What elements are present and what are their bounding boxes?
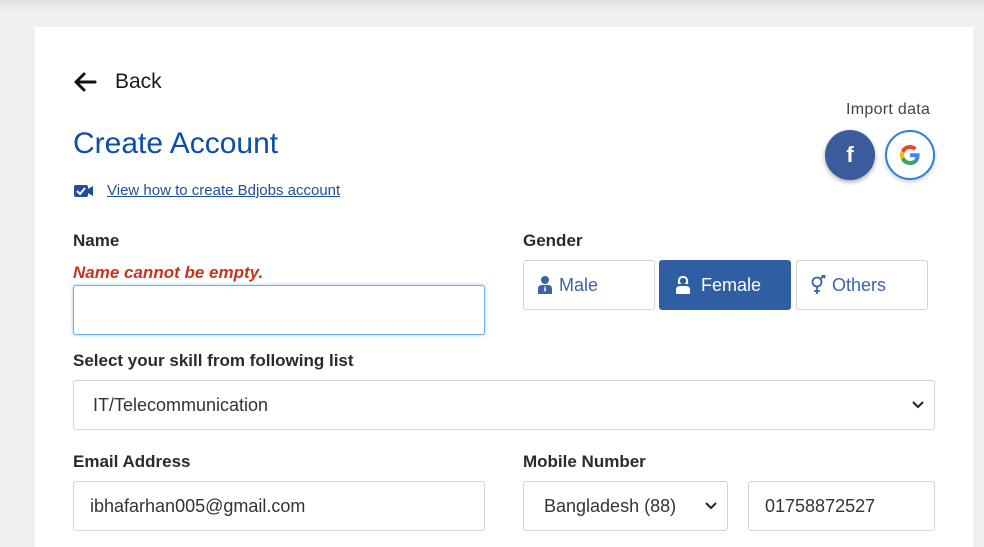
import-data-label: Import data — [846, 101, 931, 118]
name-label: Name — [73, 231, 120, 250]
skill-label: Select your skill from following list — [73, 351, 354, 370]
gender-label: Gender — [523, 231, 583, 250]
country-code-value: Bangladesh (88) — [544, 495, 677, 516]
gender-others-button[interactable]: Others — [796, 260, 928, 310]
video-camera-icon — [74, 184, 93, 197]
back-button[interactable]: Back — [73, 68, 162, 96]
chevron-down-icon — [705, 502, 717, 510]
gender-others-label: Others — [832, 274, 887, 295]
name-input[interactable] — [73, 285, 485, 335]
female-user-icon — [676, 276, 690, 294]
video-link-text[interactable]: View how to create Bdjobs account — [107, 182, 340, 199]
arrow-left-icon — [74, 72, 97, 92]
top-shade — [0, 0, 984, 12]
email-label: Email Address — [73, 452, 191, 471]
google-icon — [900, 145, 920, 165]
male-user-icon — [538, 276, 552, 294]
name-error-message: Name cannot be empty. — [73, 263, 264, 282]
skill-select[interactable]: IT/Telecommunication — [73, 380, 935, 430]
back-label: Back — [115, 70, 162, 93]
mobile-number-input[interactable]: 01758872527 — [748, 481, 935, 531]
google-import-button[interactable] — [885, 130, 935, 180]
gender-symbol-icon — [811, 275, 826, 294]
gender-female-button[interactable]: Female — [659, 260, 791, 310]
facebook-icon: f — [846, 142, 854, 167]
gender-male-label: Male — [559, 274, 599, 295]
email-input[interactable]: ibhafarhan005@gmail.com — [73, 481, 485, 531]
gender-male-button[interactable]: Male — [523, 260, 655, 310]
skill-select-value: IT/Telecommunication — [93, 394, 269, 415]
mobile-label: Mobile Number — [523, 452, 646, 471]
page-title: Create Account — [73, 127, 279, 160]
country-code-select[interactable]: Bangladesh (88) — [523, 481, 728, 531]
gender-female-label: Female — [701, 274, 762, 295]
video-tutorial-link[interactable]: View how to create Bdjobs account — [73, 182, 340, 199]
facebook-import-button[interactable]: f — [825, 130, 875, 180]
chevron-down-icon — [912, 401, 924, 409]
